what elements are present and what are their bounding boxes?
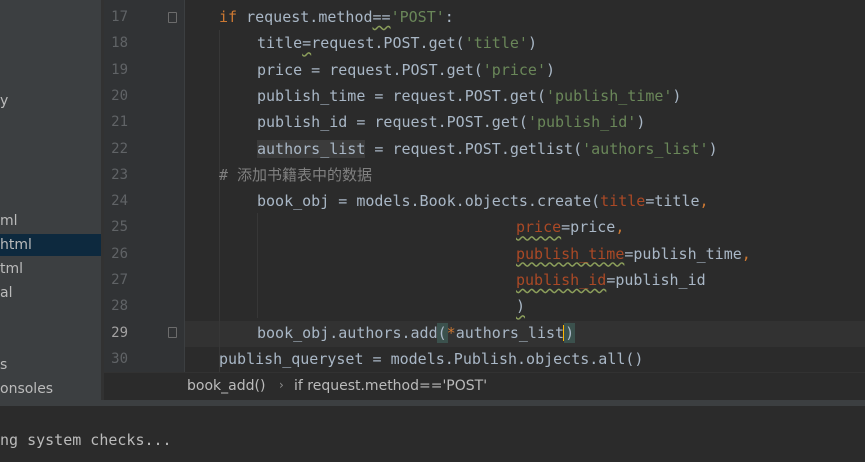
code-token: title	[600, 192, 646, 211]
breadcrumb-item-if[interactable]: if request.method=='POST'	[294, 378, 487, 394]
code-line[interactable]: publish_id=publish_id	[516, 267, 706, 293]
code-token: )	[672, 86, 682, 105]
code-token: # 添加书籍表中的数据	[219, 165, 373, 184]
code-token: price	[516, 218, 562, 237]
code-token: publish_time	[516, 244, 625, 263]
indent-guide	[219, 30, 220, 372]
code-token: =title	[645, 192, 700, 211]
code-token: )	[516, 297, 526, 316]
code-token: publish_queryset = models.Publish.object…	[219, 349, 644, 368]
code-token: =publish_time	[624, 244, 742, 263]
line-number: 25	[111, 219, 128, 236]
code-token: if	[219, 8, 238, 26]
project-tree-item-selected[interactable]: html	[0, 234, 101, 256]
console-output-line: ng system checks...	[0, 431, 172, 449]
line-number: 29	[111, 324, 128, 341]
code-token: :	[444, 8, 454, 26]
code-token: publish_id	[516, 271, 607, 289]
code-line[interactable]: authors_list = request.POST.getlist('aut…	[257, 136, 718, 162]
code-token: authors_list	[455, 323, 565, 342]
code-line[interactable]: price=price,	[516, 214, 624, 240]
code-token: (	[436, 322, 448, 343]
line-number: 22	[111, 140, 128, 157]
code-token: )	[564, 322, 576, 343]
code-line[interactable]: # 添加书籍表中的数据	[219, 162, 372, 188]
line-number: 26	[111, 245, 128, 262]
code-line[interactable]: publish_queryset = models.Publish.object…	[219, 346, 643, 372]
breadcrumb: book_add() › if request.method=='POST'	[104, 372, 865, 401]
code-token: ,	[615, 218, 625, 237]
code-token: =publish_id	[606, 271, 706, 289]
breadcrumb-item-function[interactable]: book_add()	[187, 378, 265, 394]
code-token: book_obj.authors.add	[257, 323, 438, 342]
code-token: request.POST.get(	[311, 34, 465, 53]
code-token: authors_list	[257, 139, 366, 158]
code-token: =	[302, 34, 312, 53]
project-tree-item[interactable]: onsoles	[0, 378, 101, 400]
code-token: price = request.POST.get(	[257, 60, 483, 79]
code-editor[interactable]: if request.method=='POST': title=request.…	[185, 0, 865, 372]
code-token: 'authors_list'	[582, 139, 709, 158]
project-tree-item[interactable]: tml	[0, 258, 101, 280]
line-number: 18	[111, 35, 128, 52]
code-line[interactable]: price = request.POST.get('price')	[257, 57, 555, 83]
code-line[interactable]: title=request.POST.get('title')	[257, 30, 537, 56]
line-number: 24	[111, 193, 128, 210]
code-line[interactable]: publish_time = request.POST.get('publish…	[257, 83, 681, 109]
code-line[interactable]: )	[516, 293, 525, 319]
code-token: 'publish_time'	[545, 86, 673, 105]
line-number: 27	[111, 272, 128, 288]
code-token: ,	[699, 192, 709, 211]
code-token: book_obj = models.Book.objects.create(	[257, 192, 601, 211]
code-token: ==	[372, 8, 391, 26]
code-token: publish_time = request.POST.get(	[257, 86, 546, 105]
code-token: *	[446, 323, 456, 342]
project-tree-item[interactable]: al	[0, 282, 101, 304]
code-token: )	[546, 60, 556, 79]
code-token: =price	[561, 218, 616, 237]
project-tree-item[interactable]: y	[0, 90, 101, 112]
code-token: )	[708, 139, 718, 158]
code-token: ,	[741, 244, 751, 263]
code-line[interactable]: if request.method=='POST':	[219, 4, 454, 30]
code-token: )	[636, 113, 646, 132]
code-line[interactable]: book_obj.authors.add(*authors_list)	[257, 320, 576, 346]
fold-marker-icon[interactable]	[168, 12, 177, 23]
indent-guide	[257, 213, 258, 318]
project-tool-window: y ml html tml al s onsoles	[0, 0, 101, 400]
project-tree-item[interactable]: s	[0, 354, 101, 376]
line-number: 17	[111, 9, 128, 25]
breadcrumb-separator-icon: ›	[279, 378, 284, 392]
code-line[interactable]: book_obj = models.Book.objects.create(ti…	[257, 188, 709, 214]
line-number: 21	[111, 114, 128, 131]
code-token: = request.POST.getlist(	[365, 139, 583, 158]
code-line[interactable]: publish_id = request.POST.get('publish_i…	[257, 109, 645, 135]
code-token: request.method	[237, 8, 373, 26]
project-tree-item[interactable]: ml	[0, 210, 101, 232]
code-token: publish_id = request.POST.get(	[257, 113, 528, 132]
line-number: 19	[111, 61, 128, 78]
code-token: 'POST'	[390, 8, 445, 26]
line-number: 20	[111, 87, 128, 104]
fold-marker-icon[interactable]	[168, 327, 177, 338]
line-number: 30	[111, 350, 128, 367]
code-token: )	[527, 34, 537, 53]
code-line[interactable]: publish_time=publish_time,	[516, 241, 751, 267]
line-number: 28	[111, 298, 128, 315]
code-token: title	[257, 34, 303, 53]
code-token: 'price'	[482, 60, 546, 79]
line-number: 23	[111, 166, 128, 183]
run-console[interactable]: ng system checks...	[0, 406, 865, 462]
code-token: 'publish_id'	[527, 113, 637, 132]
code-token: 'title'	[464, 34, 528, 53]
